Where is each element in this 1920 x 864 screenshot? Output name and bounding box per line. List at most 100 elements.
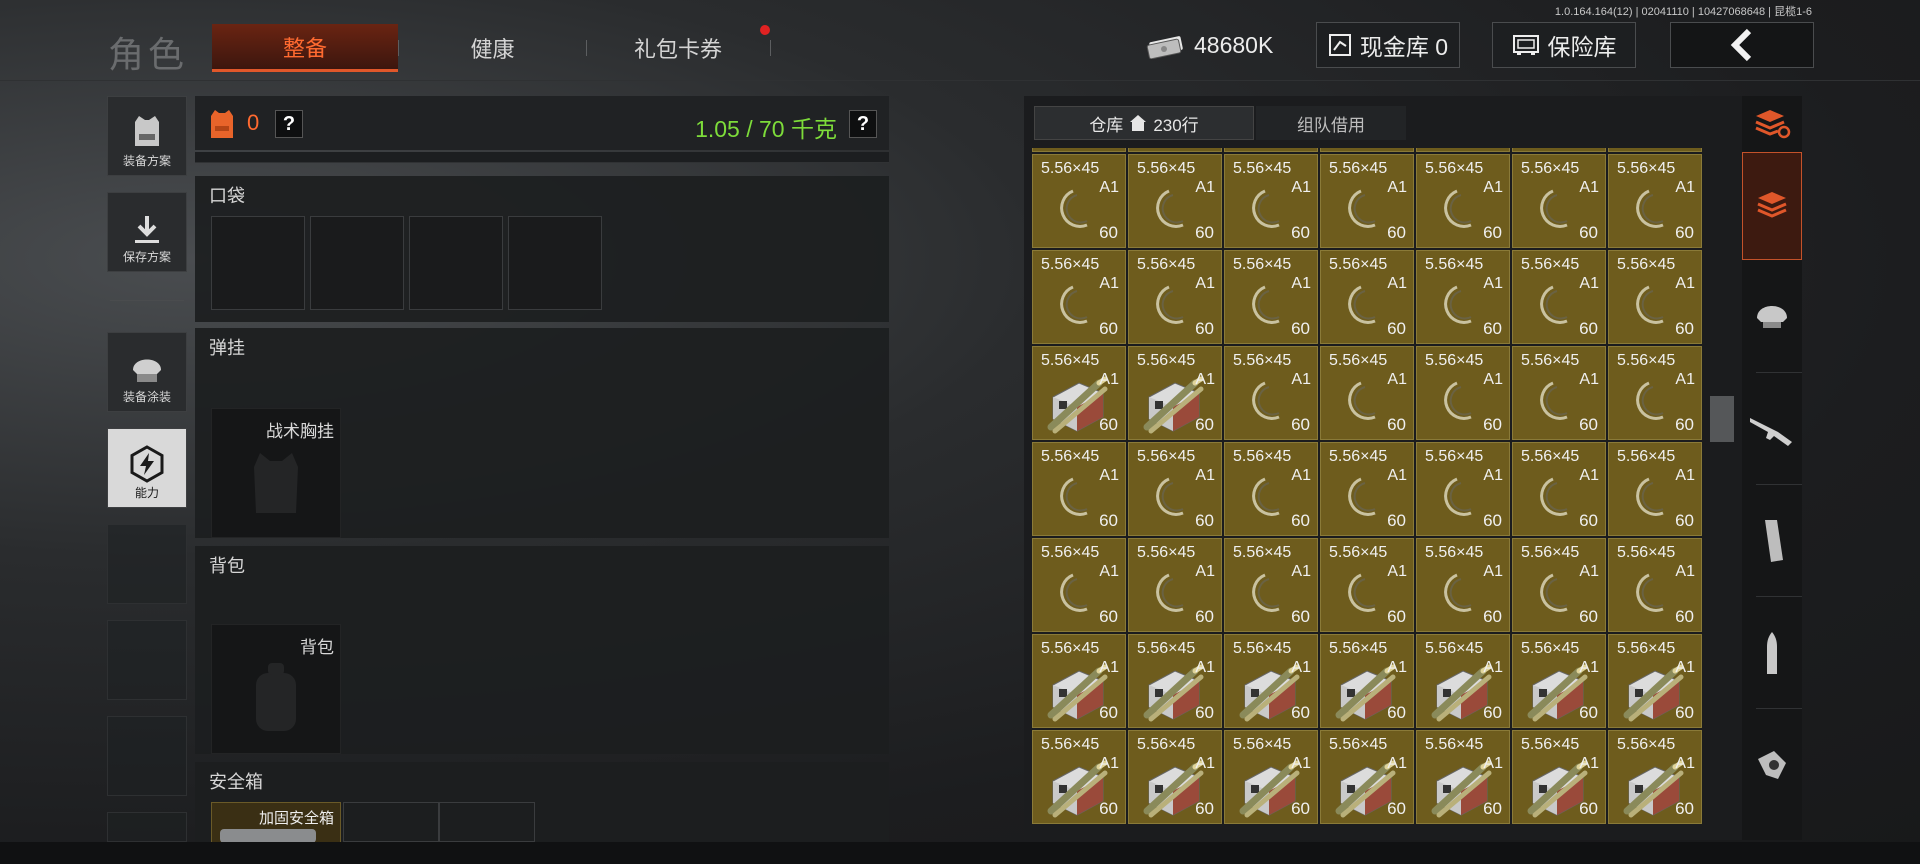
- inventory-cell[interactable]: 5.56×45 A1 60: [1320, 538, 1414, 632]
- item-caliber: 5.56×45: [1233, 544, 1292, 561]
- weight-help-button[interactable]: ?: [849, 110, 877, 138]
- inventory-cell[interactable]: 5.56×45 A1 60: [1320, 250, 1414, 344]
- inventory-cell[interactable]: 5.56×45 A1 60: [1608, 634, 1702, 728]
- inventory-cell[interactable]: 5.56×45 A1 60: [1512, 442, 1606, 536]
- inventory-cell[interactable]: 5.56×45 A1 60: [1128, 346, 1222, 440]
- pocket-slot[interactable]: [211, 216, 305, 310]
- category-sort-button[interactable]: [1742, 96, 1802, 150]
- inventory-cell[interactable]: 5.56×45 A1 60: [1224, 634, 1318, 728]
- inventory-cell[interactable]: 5.56×45 A1 60: [1032, 346, 1126, 440]
- help-button[interactable]: ?: [275, 110, 303, 138]
- rig-slot[interactable]: 战术胸挂: [211, 408, 341, 538]
- inventory-cell[interactable]: 5.56×45 A1 60: [1608, 538, 1702, 632]
- item-count: 60: [1675, 223, 1694, 242]
- inventory-cell-partial[interactable]: 60: [1224, 148, 1318, 152]
- inventory-cell[interactable]: 5.56×45 A1 60: [1320, 730, 1414, 824]
- backpack-slot[interactable]: 背包: [211, 624, 341, 754]
- inventory-cell[interactable]: 5.56×45 A1 60: [1032, 154, 1126, 248]
- inventory-cell[interactable]: 5.56×45 A1 60: [1320, 154, 1414, 248]
- armor-icon: [211, 110, 233, 138]
- warehouse-scrollbar[interactable]: [1710, 396, 1734, 442]
- inventory-cell-partial[interactable]: 60: [1416, 148, 1510, 152]
- inventory-cell[interactable]: 5.56×45 A1 60: [1416, 154, 1510, 248]
- inventory-cell[interactable]: 5.56×45 A1 60: [1512, 154, 1606, 248]
- tab-team-borrow[interactable]: 组队借用: [1256, 106, 1406, 140]
- inventory-cell[interactable]: 5.56×45 A1 60: [1224, 346, 1318, 440]
- item-caliber: 5.56×45: [1617, 736, 1676, 753]
- inventory-cell[interactable]: 5.56×45 A1 60: [1512, 730, 1606, 824]
- inventory-cell[interactable]: 5.56×45 A1 60: [1032, 442, 1126, 536]
- pocket-slot[interactable]: [409, 216, 503, 310]
- item-caliber: 5.56×45: [1617, 352, 1676, 369]
- inventory-cell[interactable]: 5.56×45 A1 60: [1128, 442, 1222, 536]
- safebox-slot[interactable]: [439, 802, 535, 842]
- item-caliber: 5.56×45: [1137, 160, 1196, 177]
- item-variant: A1: [1675, 755, 1695, 772]
- warehouse-rows: 230行: [1153, 115, 1199, 135]
- item-count: 60: [1387, 319, 1406, 338]
- inventory-cell-partial[interactable]: 60: [1608, 148, 1702, 152]
- sidebar-item-loadout[interactable]: 装备方案: [107, 96, 187, 176]
- inventory-cell[interactable]: 5.56×45 A1 60: [1416, 634, 1510, 728]
- inventory-cell[interactable]: 5.56×45 A1 60: [1128, 250, 1222, 344]
- inventory-cell[interactable]: 5.56×45 A1 60: [1224, 250, 1318, 344]
- tab-health[interactable]: 健康: [400, 24, 585, 72]
- inventory-cell[interactable]: 5.56×45 A1 60: [1128, 730, 1222, 824]
- sidebar-item-skins[interactable]: 装备涂装: [107, 332, 187, 412]
- inventory-cell[interactable]: 5.56×45 A1 60: [1128, 634, 1222, 728]
- inventory-cell[interactable]: 5.56×45 A1 60: [1512, 250, 1606, 344]
- inventory-cell[interactable]: 5.56×45 A1 60: [1032, 634, 1126, 728]
- item-count: 60: [1579, 415, 1598, 434]
- inventory-cell[interactable]: 5.56×45 A1 60: [1224, 730, 1318, 824]
- category-helmets[interactable]: [1742, 262, 1802, 368]
- pockets-section: 口袋: [195, 176, 889, 322]
- inventory-cell[interactable]: 5.56×45 A1 60: [1512, 538, 1606, 632]
- inventory-cell[interactable]: 5.56×45 A1 60: [1320, 634, 1414, 728]
- inventory-cell[interactable]: 5.56×45 A1 60: [1128, 154, 1222, 248]
- inventory-cell[interactable]: 5.56×45 A1 60: [1608, 442, 1702, 536]
- tab-equip[interactable]: 整备: [212, 24, 398, 72]
- inventory-cell[interactable]: 5.56×45 A1 60: [1032, 250, 1126, 344]
- inventory-cell[interactable]: 5.56×45 A1 60: [1320, 346, 1414, 440]
- category-all[interactable]: [1742, 152, 1802, 260]
- inventory-cell[interactable]: 5.56×45 A1 60: [1608, 346, 1702, 440]
- item-caliber: 5.56×45: [1425, 352, 1484, 369]
- inventory-cell[interactable]: 5.56×45 A1 60: [1416, 730, 1510, 824]
- inventory-cell[interactable]: 5.56×45 A1 60: [1608, 250, 1702, 344]
- item-variant: A1: [1195, 275, 1215, 292]
- inventory-cell[interactable]: 5.56×45 A1 60: [1416, 442, 1510, 536]
- category-magazines[interactable]: [1742, 488, 1802, 594]
- cash-vault-button[interactable]: 现金库 0: [1316, 22, 1460, 68]
- sidebar-item-save-loadout[interactable]: 保存方案: [107, 192, 187, 272]
- inventory-cell[interactable]: 5.56×45 A1 60: [1032, 538, 1126, 632]
- category-ammo[interactable]: [1742, 600, 1802, 706]
- inventory-cell[interactable]: 5.56×45 A1 60: [1608, 730, 1702, 824]
- pocket-slot[interactable]: [508, 216, 602, 310]
- inventory-cell-partial[interactable]: 60: [1512, 148, 1606, 152]
- category-attachments[interactable]: [1742, 712, 1802, 818]
- pocket-slot[interactable]: [310, 216, 404, 310]
- inventory-cell[interactable]: 5.56×45 A1 60: [1224, 442, 1318, 536]
- inventory-cell[interactable]: 5.56×45 A1 60: [1512, 634, 1606, 728]
- inventory-cell[interactable]: 5.56×45 A1 60: [1224, 538, 1318, 632]
- safebox-slot[interactable]: [343, 802, 439, 842]
- tab-warehouse[interactable]: 仓库 230行: [1034, 106, 1254, 140]
- inventory-cell[interactable]: 5.56×45 A1 60: [1608, 154, 1702, 248]
- inventory-cell[interactable]: 5.56×45 A1 60: [1416, 250, 1510, 344]
- inventory-cell[interactable]: 5.56×45 A1 60: [1320, 442, 1414, 536]
- safe-vault-button[interactable]: 保险库: [1492, 22, 1636, 68]
- inventory-cell[interactable]: 5.56×45 A1 60: [1512, 346, 1606, 440]
- tab-gift[interactable]: 礼包卡券: [588, 24, 768, 72]
- inventory-cell-partial[interactable]: 60: [1032, 148, 1126, 152]
- back-button[interactable]: [1670, 22, 1814, 68]
- sidebar-item-ability[interactable]: 能力: [107, 428, 187, 508]
- category-weapons[interactable]: [1742, 376, 1802, 482]
- inventory-cell[interactable]: 5.56×45 A1 60: [1032, 730, 1126, 824]
- inventory-cell[interactable]: 5.56×45 A1 60: [1416, 538, 1510, 632]
- safebox-slot[interactable]: 加固安全箱: [211, 802, 341, 844]
- inventory-cell-partial[interactable]: 60: [1320, 148, 1414, 152]
- inventory-cell[interactable]: 5.56×45 A1 60: [1224, 154, 1318, 248]
- inventory-cell-partial[interactable]: 60: [1128, 148, 1222, 152]
- inventory-cell[interactable]: 5.56×45 A1 60: [1128, 538, 1222, 632]
- inventory-cell[interactable]: 5.56×45 A1 60: [1416, 346, 1510, 440]
